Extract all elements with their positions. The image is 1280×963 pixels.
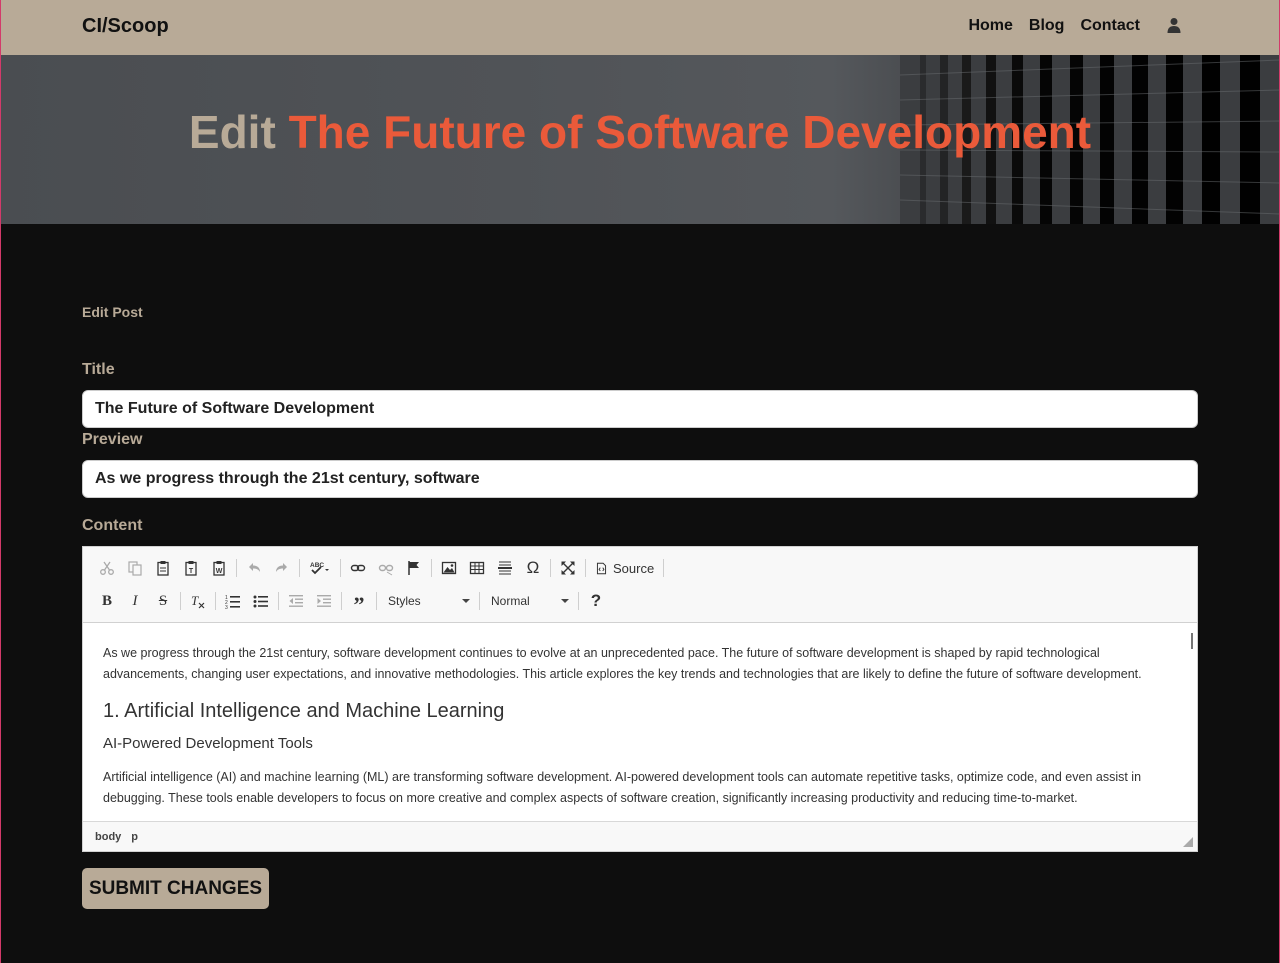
toolbar-separator	[341, 592, 342, 610]
strike-icon[interactable]: S	[149, 588, 177, 614]
image-icon[interactable]	[435, 555, 463, 581]
undo-icon[interactable]	[240, 555, 268, 581]
toolbar-separator	[236, 559, 237, 577]
help-icon[interactable]: ?	[582, 588, 610, 614]
format-dropdown-label: Normal	[491, 594, 530, 608]
bulleted-list-icon[interactable]	[247, 588, 275, 614]
unlink-icon[interactable]	[372, 555, 400, 581]
title-input[interactable]	[82, 390, 1198, 428]
user-icon[interactable]	[1166, 17, 1184, 35]
indent-icon[interactable]	[310, 588, 338, 614]
toolbar-separator	[299, 559, 300, 577]
toolbar-separator	[278, 592, 279, 610]
nav-links: Home Blog Contact	[968, 17, 1184, 35]
toolbar-separator	[585, 559, 586, 577]
editor-toolbar: T W ABC Ω Source B I S T 1 2 3 ” Styles …	[83, 547, 1197, 623]
navbar: CI/Scoop Home Blog Contact	[0, 0, 1280, 55]
hero-banner: Edit The Future of Software Development	[0, 55, 1280, 224]
toolbar-separator	[215, 592, 216, 610]
toolbar-separator	[479, 592, 480, 610]
path-element-p[interactable]: p	[131, 831, 138, 843]
source-label: Source	[613, 560, 655, 576]
nav-link-contact[interactable]: Contact	[1080, 17, 1140, 35]
source-icon	[596, 562, 607, 574]
special-char-icon[interactable]: Ω	[519, 555, 547, 581]
maximize-icon[interactable]	[554, 555, 582, 581]
format-dropdown[interactable]: Normal	[483, 589, 575, 613]
toolbar-row-2: B I S T 123 ” Styles Normal ?	[93, 587, 610, 617]
content-intro-paragraph: As we progress through the 21st century,…	[103, 646, 1142, 681]
content-heading-1: 1. Artificial Intelligence and Machine L…	[103, 700, 505, 722]
content-label: Content	[82, 517, 143, 534]
brand-logo[interactable]: CI/Scoop	[82, 15, 169, 38]
toolbar-separator	[663, 559, 665, 577]
table-icon[interactable]	[463, 555, 491, 581]
page-title-edit-word: Edit	[188, 106, 276, 158]
copy-icon[interactable]	[121, 555, 149, 581]
svg-text:W: W	[216, 568, 223, 575]
toolbar-row-1: T W ABC Ω Source	[93, 554, 667, 582]
toolbar-separator	[180, 592, 181, 610]
spellcheck-icon[interactable]: ABC	[303, 555, 337, 581]
paste-word-icon[interactable]: W	[205, 555, 233, 581]
horizontal-rule-icon[interactable]	[491, 555, 519, 581]
blockquote-icon[interactable]: ”	[345, 588, 373, 617]
toolbar-separator	[431, 559, 432, 577]
title-label: Title	[82, 361, 115, 378]
bold-icon[interactable]: B	[93, 588, 121, 614]
paste-text-icon[interactable]: T	[177, 555, 205, 581]
link-icon[interactable]	[344, 555, 372, 581]
page-title-post-name: The Future of Software Development	[288, 106, 1092, 158]
toolbar-separator	[578, 592, 579, 610]
chevron-down-icon	[561, 599, 569, 603]
nav-link-home[interactable]: Home	[968, 17, 1012, 35]
anchor-icon[interactable]	[400, 555, 428, 581]
redo-icon[interactable]	[268, 555, 296, 581]
page-title: Edit The Future of Software Development	[0, 105, 1280, 159]
toolbar-separator	[376, 592, 377, 610]
submit-changes-button[interactable]: SUBMIT CHANGES	[82, 868, 269, 909]
content-paragraph-2: Artificial intelligence (AI) and machine…	[103, 770, 1142, 805]
toolbar-separator	[550, 559, 551, 577]
preview-input[interactable]	[82, 460, 1198, 498]
editor-path-bar: body p	[83, 821, 1197, 851]
editor-content-area[interactable]: As we progress through the 21st century,…	[83, 623, 1197, 821]
rich-text-editor: T W ABC Ω Source B I S T 1 2 3 ” Styles …	[82, 546, 1198, 852]
svg-text:ABC: ABC	[310, 562, 324, 569]
nav-link-blog[interactable]: Blog	[1029, 17, 1065, 35]
styles-dropdown[interactable]: Styles	[380, 589, 476, 613]
toolbar-separator	[340, 559, 341, 577]
remove-format-icon[interactable]: T	[184, 588, 212, 614]
chevron-down-icon	[462, 599, 470, 603]
italic-icon[interactable]: I	[121, 588, 149, 614]
content-subheading: AI-Powered Development Tools	[103, 735, 313, 752]
svg-text:T: T	[191, 593, 199, 608]
section-label: Edit Post	[82, 304, 143, 320]
outdent-icon[interactable]	[282, 588, 310, 614]
numbered-list-icon[interactable]: 123	[219, 588, 247, 614]
source-button[interactable]: Source	[589, 555, 660, 581]
resize-handle-icon[interactable]	[1183, 837, 1193, 847]
preview-label: Preview	[82, 431, 143, 448]
svg-text:T: T	[189, 568, 194, 575]
svg-text:3: 3	[225, 605, 228, 609]
paste-icon[interactable]	[149, 555, 177, 581]
path-element-body[interactable]: body	[95, 831, 121, 843]
editor-scrollbar[interactable]	[1191, 633, 1193, 649]
styles-dropdown-label: Styles	[388, 594, 421, 608]
cut-icon[interactable]	[93, 555, 121, 581]
